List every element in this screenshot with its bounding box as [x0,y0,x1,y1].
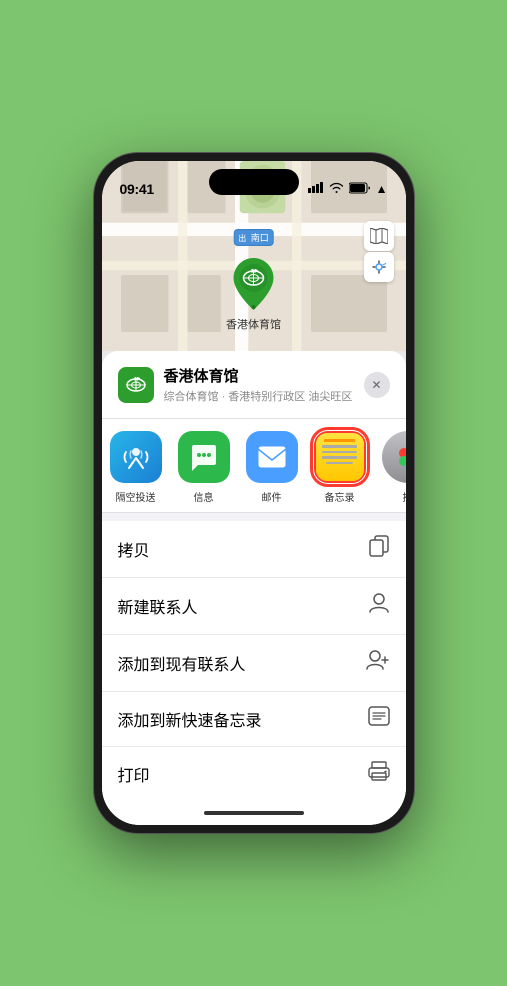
map-north-exit-label: 出 南口 [233,229,274,246]
action-print-label: 打印 [118,762,150,786]
action-add-quick-note[interactable]: 添加到新快速备忘录 [102,692,406,747]
map-controls [364,221,394,282]
action-copy-label: 拷贝 [118,537,150,561]
status-icons: ▲ [308,182,388,197]
location-icon: ▲ [376,182,388,196]
share-item-notes[interactable]: 备忘录 [306,431,374,504]
location-button[interactable] [364,252,394,282]
action-copy[interactable]: 拷贝 [102,521,406,578]
pin-label: 香港体育馆 [226,316,281,332]
map-type-button[interactable] [364,221,394,251]
action-add-existing-label: 添加到现有联系人 [118,651,246,675]
signal-icon [308,182,324,196]
share-item-airdrop[interactable]: 隔空投送 [102,431,170,504]
copy-icon [368,535,390,563]
phone-screen: 09:41 [102,161,406,825]
quick-note-icon [368,706,390,732]
share-item-mail[interactable]: 邮件 [238,431,306,504]
dynamic-island [209,169,299,195]
share-item-messages[interactable]: 信息 [170,431,238,504]
person-icon [368,592,390,620]
action-new-contact-label: 新建联系人 [118,594,198,618]
status-time: 09:41 [120,181,154,197]
location-pin: 香港体育馆 [226,256,281,332]
messages-label: 信息 [194,489,214,504]
notes-icon [314,431,366,483]
messages-icon [178,431,230,483]
action-print[interactable]: 打印 [102,747,406,801]
mail-label: 邮件 [262,489,282,504]
place-name: 香港体育馆 [164,365,364,386]
share-item-more[interactable]: 推 [374,431,406,504]
more-label: 推 [403,489,406,504]
action-new-contact[interactable]: 新建联系人 [102,578,406,635]
more-icon [382,431,406,483]
person-add-icon [366,649,390,677]
place-icon [118,367,154,403]
airdrop-label: 隔空投送 [116,489,156,504]
notes-label: 备忘录 [325,489,355,504]
airdrop-icon [110,431,162,483]
home-indicator [102,801,406,825]
action-add-existing-contact[interactable]: 添加到现有联系人 [102,635,406,692]
printer-icon [368,761,390,787]
wifi-icon [329,182,344,196]
place-subtitle: 综合体育馆 · 香港特别行政区 油尖旺区 [164,388,364,404]
action-list: 拷贝 新建联系人 [102,521,406,801]
mail-icon [246,431,298,483]
phone-frame: 09:41 [94,153,414,833]
bottom-sheet: 香港体育馆 综合体育馆 · 香港特别行政区 油尖旺区 ✕ [102,351,406,825]
battery-icon [349,182,371,197]
action-quick-note-label: 添加到新快速备忘录 [118,707,262,731]
close-button[interactable]: ✕ [364,372,390,398]
place-info: 香港体育馆 综合体育馆 · 香港特别行政区 油尖旺区 ✕ [102,351,406,419]
home-bar [204,811,304,815]
share-row: 隔空投送 信息 [102,419,406,513]
place-text: 香港体育馆 综合体育馆 · 香港特别行政区 油尖旺区 [164,365,364,404]
